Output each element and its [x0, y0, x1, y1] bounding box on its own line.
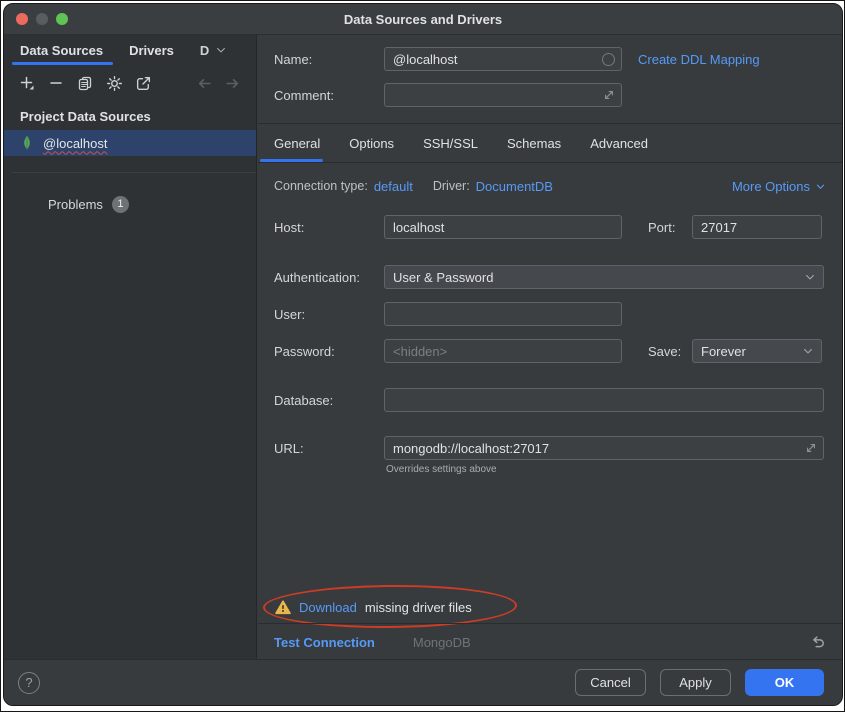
connection-info-row: Connection type: default Driver: Documen…: [258, 176, 842, 196]
url-input[interactable]: [384, 436, 824, 460]
connection-type-label: Connection type:: [274, 179, 368, 193]
name-input[interactable]: [384, 47, 622, 71]
host-label: Host:: [274, 220, 384, 235]
dialog-body: Data Sources Drivers D: [4, 35, 842, 659]
footer-buttons: Cancel Apply OK: [575, 669, 824, 696]
download-message: missing driver files: [365, 600, 472, 615]
tab-data-sources-label: Data Sources: [20, 43, 103, 58]
sidebar-divider: [12, 172, 256, 173]
driver-label: Driver:: [433, 179, 470, 193]
footer-bar: ? Cancel Apply OK: [4, 659, 842, 705]
tab-overflow-label: D: [200, 43, 209, 58]
tab-drivers[interactable]: Drivers: [129, 35, 174, 65]
main-panel: Name: Create DDL Mapping Comment:: [258, 35, 842, 659]
expand-icon[interactable]: [603, 89, 615, 101]
database-row: Database:: [258, 387, 842, 413]
main-tabstrip: General Options SSH/SSL Schemas Advanced: [258, 124, 842, 163]
url-hint: Overrides settings above: [386, 464, 497, 475]
cancel-button[interactable]: Cancel: [575, 669, 646, 696]
url-row: URL:: [258, 435, 842, 461]
save-select[interactable]: Forever: [692, 339, 822, 363]
authentication-label: Authentication:: [274, 270, 384, 285]
settings-icon[interactable]: [104, 73, 124, 93]
port-input[interactable]: [692, 215, 822, 239]
tab-overflow[interactable]: D: [200, 35, 227, 65]
add-icon[interactable]: [17, 73, 37, 93]
sidebar-toolbar: [4, 69, 256, 97]
authentication-select[interactable]: User & Password: [384, 265, 824, 289]
screenshot-frame: Data Sources and Drivers Data Sources Dr…: [0, 0, 845, 712]
name-label: Name:: [274, 52, 384, 67]
ok-button[interactable]: OK: [745, 669, 824, 696]
export-icon[interactable]: [133, 73, 153, 93]
authentication-value: User & Password: [393, 270, 493, 285]
more-options-label: More Options: [732, 179, 810, 194]
driver-warning-row: Download missing driver files: [258, 595, 842, 619]
problems-label: Problems: [48, 197, 103, 212]
comment-row: Comment:: [258, 83, 842, 107]
apply-button[interactable]: Apply: [660, 669, 731, 696]
user-label: User:: [274, 307, 384, 322]
problems-count-badge: 1: [112, 196, 129, 213]
test-connection-link[interactable]: Test Connection: [274, 635, 375, 650]
tab-options[interactable]: Options: [349, 124, 394, 162]
user-row: User:: [258, 301, 842, 327]
test-connection-bar: Test Connection MongoDB: [258, 623, 842, 661]
chevron-down-icon: [215, 44, 227, 56]
tab-data-sources[interactable]: Data Sources: [20, 35, 103, 65]
problems-item[interactable]: Problems 1: [4, 191, 256, 217]
name-row: Name: Create DDL Mapping: [258, 47, 842, 71]
tab-schemas[interactable]: Schemas: [507, 124, 561, 162]
project-data-sources-header: Project Data Sources: [20, 109, 151, 124]
tab-advanced[interactable]: Advanced: [590, 124, 648, 162]
url-label: URL:: [274, 441, 384, 456]
host-input[interactable]: [384, 215, 622, 239]
mongodb-leaf-icon: [20, 135, 34, 151]
chevron-down-icon: [802, 345, 814, 357]
port-label: Port:: [648, 220, 692, 235]
tab-drivers-label: Drivers: [129, 43, 174, 58]
sidebar-tabstrip: Data Sources Drivers D: [4, 35, 256, 65]
window-title: Data Sources and Drivers: [4, 12, 842, 27]
tab-ssh-ssl[interactable]: SSH/SSL: [423, 124, 478, 162]
driver-name: MongoDB: [413, 635, 471, 650]
create-ddl-mapping-link[interactable]: Create DDL Mapping: [638, 52, 760, 67]
help-icon[interactable]: ?: [18, 672, 40, 694]
database-label: Database:: [274, 393, 384, 408]
chevron-down-icon: [804, 271, 816, 283]
save-value: Forever: [701, 344, 746, 359]
expand-icon[interactable]: [805, 442, 817, 454]
titlebar: Data Sources and Drivers: [4, 4, 842, 35]
comment-input[interactable]: [384, 83, 622, 107]
back-icon[interactable]: [194, 73, 214, 93]
save-label: Save:: [648, 344, 692, 359]
color-indicator-icon[interactable]: [602, 53, 615, 66]
warning-icon: [275, 600, 291, 615]
revert-icon[interactable]: [809, 634, 826, 651]
chevron-down-icon: [815, 181, 826, 192]
forward-icon[interactable]: [222, 73, 242, 93]
host-row: Host: Port:: [258, 214, 842, 240]
datasource-list-item[interactable]: @localhost: [4, 130, 256, 156]
dialog-window: Data Sources and Drivers Data Sources Dr…: [3, 3, 843, 706]
driver-value-link[interactable]: DocumentDB: [476, 179, 553, 194]
download-link[interactable]: Download: [299, 600, 357, 615]
duplicate-icon[interactable]: [75, 73, 95, 93]
sidebar: Data Sources Drivers D: [4, 35, 257, 659]
password-row: Password: Save: Forever: [258, 338, 842, 364]
user-input[interactable]: [384, 302, 622, 326]
history-nav: [194, 73, 256, 93]
database-input[interactable]: [384, 388, 824, 412]
datasource-label: @localhost: [43, 136, 108, 151]
more-options-link[interactable]: More Options: [732, 179, 826, 194]
remove-icon[interactable]: [46, 73, 66, 93]
tab-general[interactable]: General: [274, 124, 320, 162]
password-input[interactable]: [384, 339, 622, 363]
comment-label: Comment:: [274, 88, 384, 103]
connection-type-value[interactable]: default: [374, 179, 413, 194]
authentication-row: Authentication: User & Password: [258, 264, 842, 290]
password-label: Password:: [274, 344, 384, 359]
